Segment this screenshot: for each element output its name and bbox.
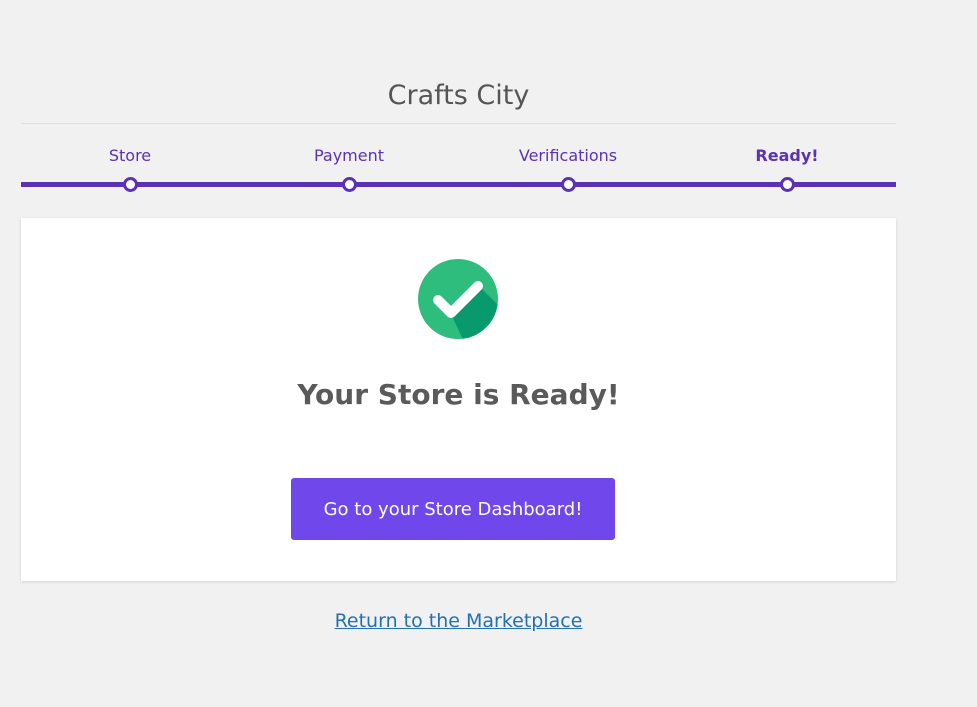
progress-line [21, 182, 896, 187]
step-label-payment: Payment [313, 146, 385, 165]
check-circle-icon [418, 259, 498, 339]
step-label-verifications: Verifications [518, 146, 618, 165]
return-to-marketplace-link[interactable]: Return to the Marketplace [335, 610, 583, 632]
site-title: Crafts City [21, 70, 896, 124]
step-label-store: Store [108, 146, 152, 165]
step-label-ready: Ready! [755, 146, 819, 165]
store-dashboard-button[interactable]: Go to your Store Dashboard! [291, 478, 615, 540]
ready-card: Your Store is Ready! Go to your Store Da… [21, 218, 896, 581]
return-link-container: Return to the Marketplace [21, 610, 896, 632]
ready-heading: Your Store is Ready! [297, 378, 620, 411]
progress-steps: Store Payment Verifications Ready! [21, 124, 896, 192]
step-dot-payment [342, 177, 357, 192]
step-dot-store [123, 177, 138, 192]
step-dot-ready [780, 177, 795, 192]
setup-wizard: Crafts City Store Payment Verifications … [21, 70, 896, 707]
step-dot-verifications [561, 177, 576, 192]
